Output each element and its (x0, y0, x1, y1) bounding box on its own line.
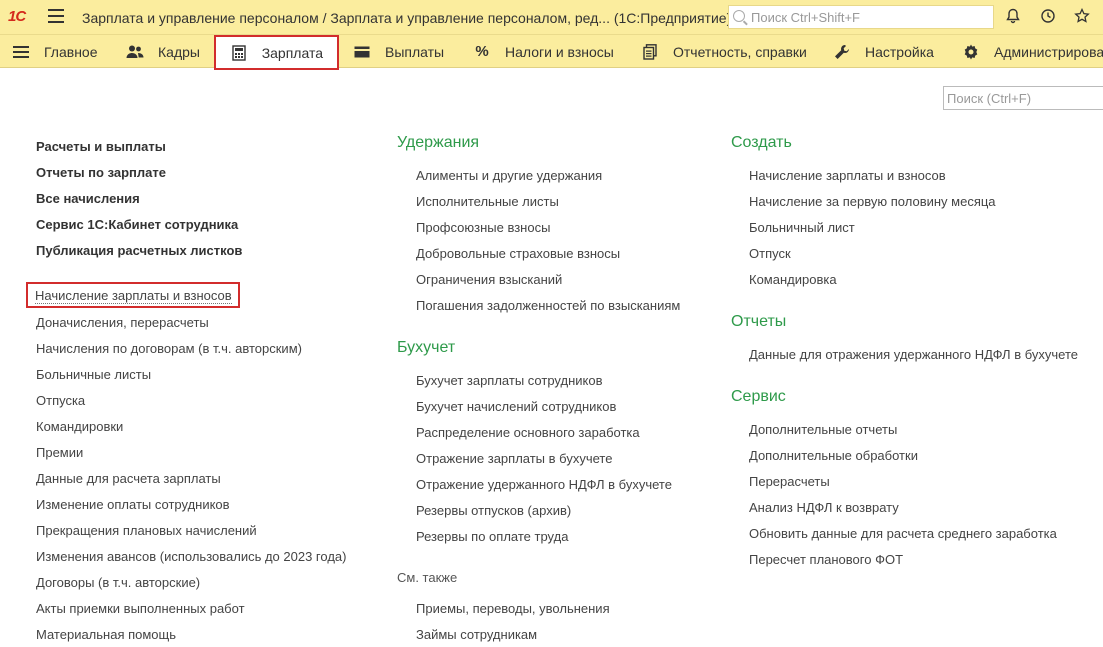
list-item[interactable]: Анализ НДФЛ к возврату (749, 500, 899, 515)
link-payslip-publication[interactable]: Публикация расчетных листков (36, 243, 242, 258)
list-item[interactable]: Премии (36, 445, 83, 460)
panel-search-input[interactable]: Поиск (Ctrl+F) (943, 86, 1103, 110)
list-item[interactable]: Добровольные страховые взносы (416, 246, 620, 261)
section-hr[interactable]: Кадры (126, 35, 200, 68)
window-title: Зарплата и управление персоналом / Зарпл… (82, 10, 732, 26)
list-item[interactable]: Отражение зарплаты в бухучете (416, 451, 612, 466)
section-label: Зарплата (261, 44, 323, 61)
link-salary-reports[interactable]: Отчеты по зарплате (36, 165, 166, 180)
card-icon (353, 43, 371, 61)
people-icon (126, 43, 144, 61)
list-item[interactable]: Бухучет зарплаты сотрудников (416, 373, 602, 388)
list-item[interactable]: Отпуска (36, 393, 85, 408)
star-icon[interactable] (1073, 7, 1091, 26)
section-taxes[interactable]: % Налоги и взносы (473, 35, 614, 68)
panel-search-placeholder: Поиск (Ctrl+F) (947, 91, 1032, 106)
section-payments[interactable]: Выплаты (353, 35, 444, 68)
menu-icon (12, 43, 30, 61)
group-title-deductions: Удержания (397, 134, 480, 151)
section-salary[interactable]: Зарплата (214, 35, 339, 70)
list-item[interactable]: Погашения задолженностей по взысканиям (416, 298, 680, 313)
percent-icon: % (475, 43, 489, 60)
list-item[interactable]: Приемы, переводы, увольнения (416, 601, 610, 616)
section-label: Отчетность, справки (673, 43, 807, 60)
list-item[interactable]: Командировки (36, 419, 123, 434)
wrench-icon (833, 43, 851, 61)
list-item[interactable]: Займы сотрудникам (416, 627, 537, 642)
main-menu-icon[interactable] (48, 9, 64, 23)
section-label: Налоги и взносы (505, 43, 614, 60)
app-logo: 1С (8, 8, 26, 25)
section-settings[interactable]: Настройка (833, 35, 934, 68)
list-item[interactable]: Больничный лист (749, 220, 855, 235)
list-item[interactable]: Профсоюзные взносы (416, 220, 550, 235)
section-reports[interactable]: Отчетность, справки (641, 35, 807, 68)
list-item[interactable]: Резервы отпусков (архив) (416, 503, 571, 518)
list-item[interactable]: Отражение удержанного НДФЛ в бухучете (416, 477, 672, 492)
list-item[interactable]: Командировка (749, 272, 837, 287)
list-item[interactable]: Распределение основного заработка (416, 425, 640, 440)
list-item[interactable]: Резервы по оплате труда (416, 529, 568, 544)
link-employee-cabinet[interactable]: Сервис 1С:Кабинет сотрудника (36, 217, 238, 232)
group-title-see-also: См. также (397, 570, 458, 585)
list-item[interactable]: Изменения авансов (использовались до 202… (36, 549, 346, 564)
global-search-placeholder: Поиск Ctrl+Shift+F (751, 10, 860, 25)
list-item[interactable]: Начисление за первую половину месяца (749, 194, 996, 209)
list-item[interactable]: Алименты и другие удержания (416, 168, 602, 183)
global-search-input[interactable]: Поиск Ctrl+Shift+F (728, 5, 994, 29)
group-title-reports: Отчеты (731, 313, 787, 330)
list-item[interactable]: Начисление зарплаты и взносов (749, 168, 946, 183)
list-item[interactable]: Ограничения взысканий (416, 272, 562, 287)
bell-icon[interactable] (1004, 8, 1022, 26)
group-title-accounting: Бухучет (397, 339, 456, 356)
list-item[interactable]: Отпуск (749, 246, 791, 261)
list-item[interactable]: Дополнительные обработки (749, 448, 918, 463)
section-label: Выплаты (385, 43, 445, 60)
list-item[interactable]: Данные для отражения удержанного НДФЛ в … (749, 347, 1078, 362)
link-salary-accrual[interactable]: Начисление зарплаты и взносов (26, 282, 240, 308)
list-item[interactable]: Данные для расчета зарплаты (36, 471, 221, 486)
list-item[interactable]: Договоры (в т.ч. авторские) (36, 575, 200, 590)
list-item[interactable]: Обновить данные для расчета среднего зар… (749, 526, 1057, 541)
list-item[interactable]: Доначисления, перерасчеты (36, 315, 209, 330)
list-item[interactable]: Пересчет планового ФОТ (749, 552, 903, 567)
section-admin[interactable]: Администрирование (962, 35, 1103, 68)
calculator-icon (230, 44, 248, 62)
section-label: Главное (44, 43, 98, 60)
list-item[interactable]: Акты приемки выполненных работ (36, 601, 245, 616)
list-item[interactable]: Материальная помощь (36, 627, 176, 642)
section-label: Администрирование (994, 43, 1103, 60)
list-item[interactable]: Исполнительные листы (416, 194, 559, 209)
list-item[interactable]: Изменение оплаты сотрудников (36, 497, 230, 512)
history-icon[interactable] (1039, 8, 1057, 26)
link-calculations-payments[interactable]: Расчеты и выплаты (36, 139, 166, 154)
link-all-accruals[interactable]: Все начисления (36, 191, 140, 206)
list-item[interactable]: Прекращения плановых начислений (36, 523, 257, 538)
link-salary-accrual-label: Начисление зарплаты и взносов (35, 288, 232, 304)
gear-icon (962, 43, 980, 61)
section-bar: Главное Кадры Зарплата Выплаты % Налоги … (0, 34, 1103, 70)
section-main[interactable]: Главное (12, 35, 98, 68)
section-label: Кадры (158, 43, 200, 60)
group-title-service: Сервис (731, 388, 786, 405)
list-item[interactable]: Перерасчеты (749, 474, 830, 489)
search-icon (733, 10, 745, 22)
list-item[interactable]: Бухучет начислений сотрудников (416, 399, 616, 414)
list-item[interactable]: Больничные листы (36, 367, 151, 382)
section-label: Настройка (865, 43, 934, 60)
group-title-create: Создать (731, 134, 792, 151)
title-bar: 1С Зарплата и управление персоналом / За… (0, 0, 1103, 34)
list-item[interactable]: Начисления по договорам (в т.ч. авторски… (36, 341, 302, 356)
documents-icon (641, 43, 659, 61)
list-item[interactable]: Дополнительные отчеты (749, 422, 897, 437)
